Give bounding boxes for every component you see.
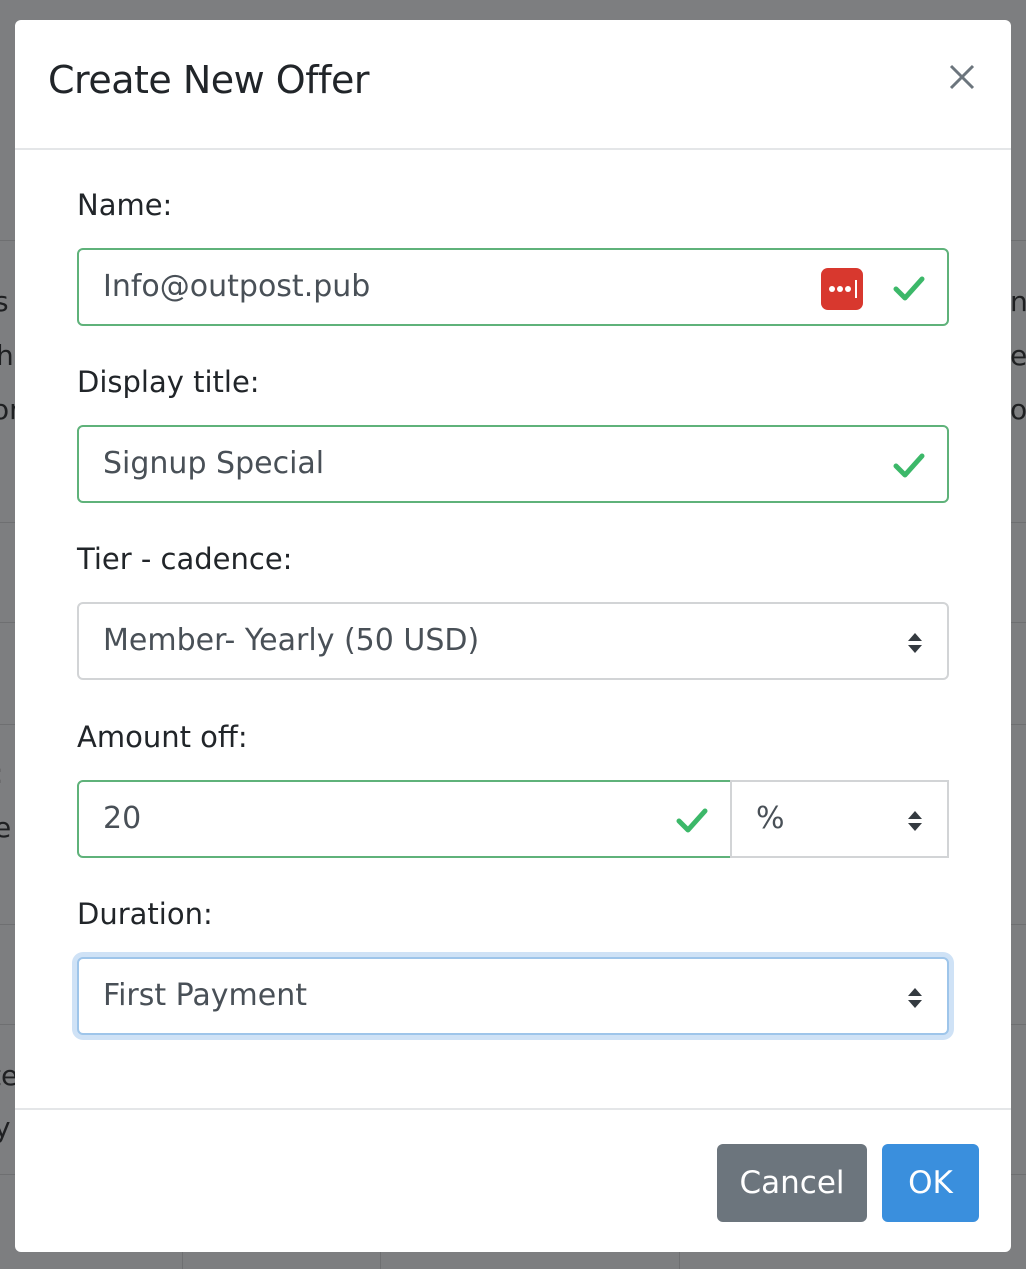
duration-label: Duration: — [77, 897, 213, 931]
bg-text-fragment: : — [0, 746, 3, 802]
cancel-button[interactable]: Cancel — [717, 1144, 867, 1222]
display-title-input-value: Signup Special — [103, 446, 325, 481]
bg-divider — [0, 1024, 15, 1025]
amount-unit-select[interactable]: % — [730, 780, 949, 858]
name-input[interactable]: Info@outpost.pub — [77, 248, 949, 326]
amount-off-label: Amount off: — [77, 720, 248, 754]
ok-button[interactable]: OK — [882, 1144, 979, 1222]
create-offer-modal: Create New Offer Name: Info@outpost.pub … — [15, 20, 1011, 1252]
bg-divider — [1011, 1024, 1026, 1025]
bg-divider — [1011, 724, 1026, 725]
name-label: Name: — [77, 188, 173, 222]
bg-divider — [1011, 522, 1026, 523]
bg-divider — [1011, 1174, 1026, 1175]
select-arrows-icon — [908, 988, 922, 1008]
duration-select[interactable]: First Payment — [77, 957, 949, 1035]
tier-cadence-select[interactable]: Member- Yearly (50 USD) — [77, 602, 949, 680]
close-button[interactable] — [945, 60, 979, 94]
valid-check-icon — [893, 453, 925, 478]
bg-text-fragment: o — [1010, 393, 1026, 426]
bg-divider — [679, 1252, 680, 1269]
display-title-input[interactable]: Signup Special — [77, 425, 949, 503]
modal-footer: Cancel OK — [15, 1108, 1011, 1252]
display-title-label: Display title: — [77, 365, 260, 399]
valid-check-icon — [893, 276, 925, 301]
close-icon — [949, 64, 975, 90]
modal-header: Create New Offer — [15, 20, 1011, 150]
bg-divider — [1011, 622, 1026, 623]
bg-divider — [182, 1252, 183, 1269]
password-manager-icon[interactable] — [821, 268, 863, 310]
amount-off-input[interactable]: 20 — [77, 780, 732, 858]
bg-divider — [0, 724, 15, 725]
bg-divider — [0, 622, 15, 623]
bg-divider — [0, 240, 15, 241]
bg-divider — [1011, 240, 1026, 241]
bg-divider — [0, 924, 15, 925]
tier-cadence-label: Tier - cadence: — [77, 542, 293, 576]
amount-off-input-value: 20 — [103, 801, 142, 836]
tier-cadence-selected: Member- Yearly (50 USD) — [103, 623, 480, 658]
bg-divider — [0, 1174, 15, 1175]
name-input-value: Info@outpost.pub — [103, 269, 371, 304]
modal-title: Create New Offer — [48, 58, 369, 102]
bg-divider — [1011, 924, 1026, 925]
bg-text-fragment: h — [0, 339, 14, 372]
select-arrows-icon — [908, 811, 922, 831]
valid-check-icon — [676, 808, 708, 833]
bg-divider — [0, 522, 15, 523]
amount-unit-selected: % — [756, 801, 785, 836]
bg-text-fragment: s — [0, 285, 9, 318]
bg-text-fragment: e — [1010, 339, 1026, 372]
bg-text-fragment: y — [0, 1111, 11, 1144]
bg-text-fragment: e — [0, 811, 12, 844]
bg-text-fragment: n — [1010, 285, 1026, 318]
bg-divider — [380, 1252, 381, 1269]
select-arrows-icon — [908, 633, 922, 653]
duration-selected: First Payment — [103, 978, 308, 1013]
